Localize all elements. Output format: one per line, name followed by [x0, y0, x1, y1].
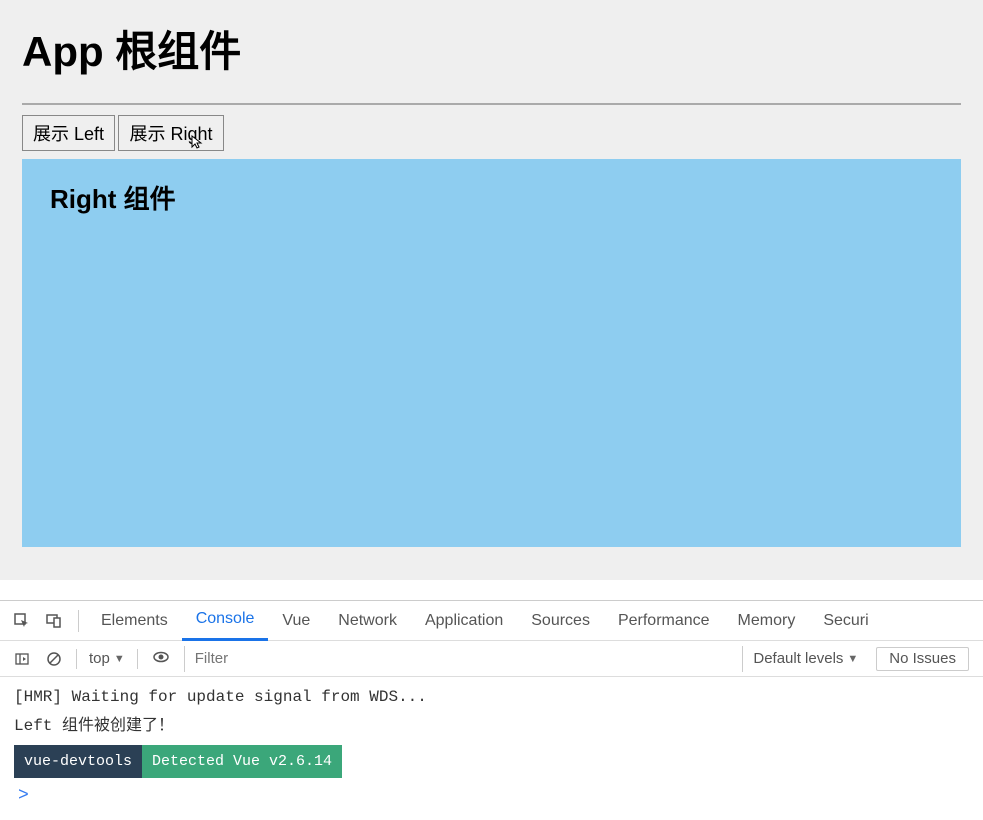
show-left-button[interactable]: 展示 Left: [22, 115, 115, 151]
tab-network[interactable]: Network: [324, 601, 411, 641]
tab-performance[interactable]: Performance: [604, 601, 724, 641]
levels-label: Default levels: [753, 650, 843, 667]
console-prompt[interactable]: >: [14, 778, 969, 814]
devtools-panel: Elements Console Vue Network Application…: [0, 600, 983, 820]
live-expression-icon[interactable]: [152, 648, 170, 670]
app-viewport: App 根组件 展示 Left 展示 Right Right 组件: [0, 0, 983, 580]
chevron-down-icon: ▼: [847, 653, 858, 665]
tab-elements[interactable]: Elements: [87, 601, 182, 641]
device-toggle-icon[interactable]: [42, 609, 66, 633]
context-selector[interactable]: top ▼: [83, 650, 131, 667]
separator: [78, 610, 79, 632]
app-title: App 根组件: [0, 0, 983, 103]
inspect-icon[interactable]: [10, 609, 34, 633]
vue-devtools-badge: vue-devtools: [14, 745, 142, 778]
chevron-down-icon: ▼: [114, 653, 125, 665]
right-component-panel: Right 组件: [22, 159, 961, 547]
clear-console-icon[interactable]: [42, 647, 66, 671]
divider: [22, 103, 961, 105]
no-issues-label: No Issues: [889, 650, 956, 667]
tab-vue[interactable]: Vue: [268, 601, 324, 641]
console-line: vue-devtoolsDetected Vue v2.6.14: [14, 745, 969, 778]
tab-memory[interactable]: Memory: [724, 601, 810, 641]
component-title: Right 组件: [50, 179, 933, 216]
separator: [76, 649, 77, 669]
devtools-tabs: Elements Console Vue Network Application…: [0, 601, 983, 641]
vue-detected-badge: Detected Vue v2.6.14: [142, 745, 342, 778]
console-output: [HMR] Waiting for update signal from WDS…: [0, 677, 983, 820]
tab-console[interactable]: Console: [182, 601, 269, 641]
tab-application[interactable]: Application: [411, 601, 517, 641]
log-levels-selector[interactable]: Default levels ▼: [742, 646, 868, 672]
sidebar-toggle-icon[interactable]: [10, 647, 34, 671]
tab-sources[interactable]: Sources: [517, 601, 604, 641]
console-toolbar: top ▼ Default levels ▼ No Issues: [0, 641, 983, 677]
separator: [137, 649, 138, 669]
console-line: [HMR] Waiting for update signal from WDS…: [14, 683, 969, 712]
context-label: top: [89, 650, 110, 667]
tab-security[interactable]: Securi: [809, 601, 882, 641]
button-row: 展示 Left 展示 Right: [0, 115, 983, 159]
console-line: Left 组件被创建了！: [14, 712, 969, 741]
show-right-button[interactable]: 展示 Right: [118, 115, 223, 151]
filter-input[interactable]: [184, 646, 743, 672]
no-issues-button[interactable]: No Issues: [876, 647, 969, 671]
